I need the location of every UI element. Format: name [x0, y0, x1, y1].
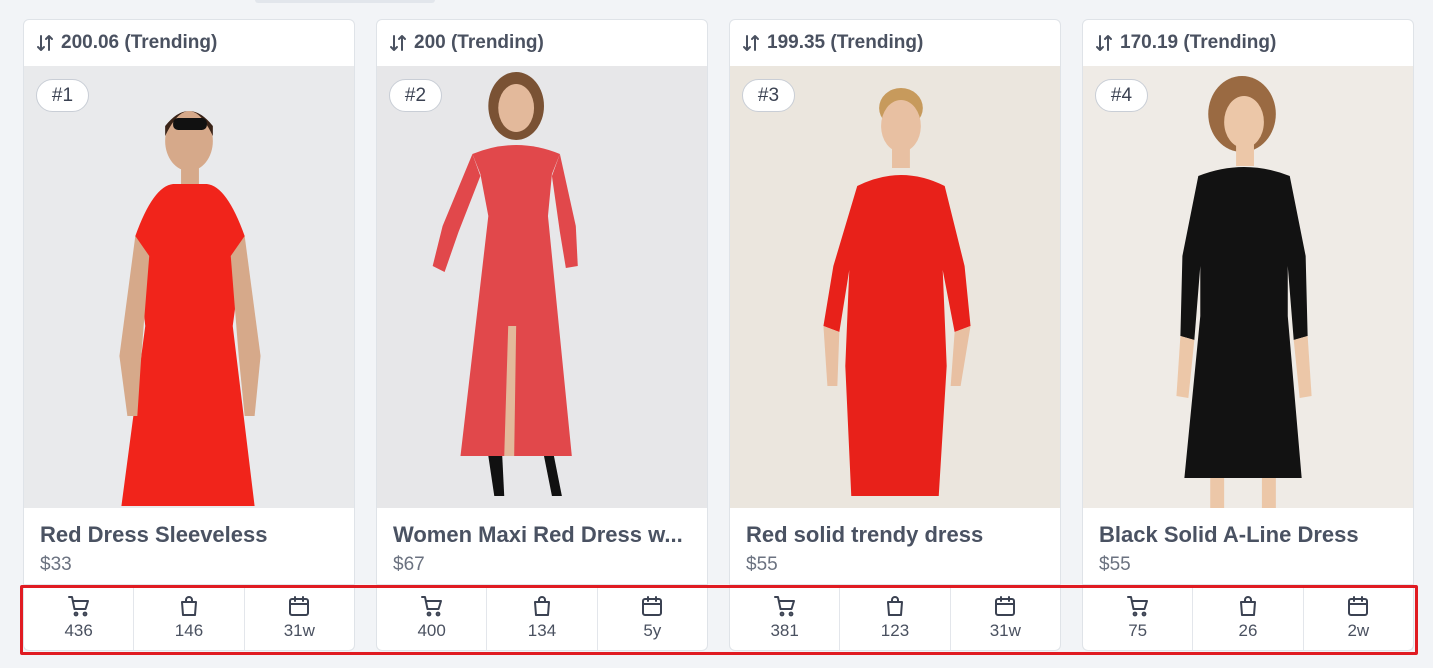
trending-score: 200 (Trending) — [377, 20, 707, 66]
shopping-bag-icon — [1239, 596, 1256, 616]
bag-count: 134 — [527, 621, 557, 640]
bag-count: 26 — [1238, 621, 1258, 640]
rank-badge: #4 — [1095, 79, 1148, 112]
shopping-bag-icon — [180, 596, 197, 616]
product-image[interactable]: #3 — [730, 66, 1060, 508]
bag-stat[interactable]: 123 — [840, 585, 951, 650]
calendar-icon — [1348, 596, 1369, 616]
shopping-cart-icon — [67, 596, 89, 617]
product-info: Women Maxi Red Dress w... $67 — [377, 508, 707, 584]
bag-stat[interactable]: 146 — [134, 585, 245, 650]
cart-count: 75 — [1128, 621, 1148, 640]
shopping-cart-icon — [420, 596, 442, 617]
sort-arrows-icon — [37, 35, 53, 51]
trending-score: 199.35 (Trending) — [730, 20, 1060, 66]
sort-arrows-icon — [743, 35, 759, 51]
cart-count: 381 — [770, 621, 799, 640]
product-title[interactable]: Red Dress Sleeveless — [40, 522, 338, 548]
age-stat[interactable]: 31w — [245, 585, 354, 650]
calendar-icon — [642, 596, 663, 616]
product-stats: 400 134 5y — [377, 584, 707, 650]
age-stat[interactable]: 2w — [1304, 585, 1413, 650]
product-photo — [730, 66, 1060, 508]
product-card[interactable]: 200 (Trending) #2 Women Maxi Red Dress w… — [376, 19, 708, 651]
calendar-icon — [289, 596, 310, 616]
product-card[interactable]: 200.06 (Trending) #1 Red Dress Sleeveles… — [23, 19, 355, 651]
cart-count: 436 — [64, 621, 93, 640]
product-info: Black Solid A-Line Dress $55 — [1083, 508, 1413, 584]
product-image[interactable]: #2 — [377, 66, 707, 508]
cart-stat[interactable]: 75 — [1083, 585, 1194, 650]
cart-stat[interactable]: 381 — [730, 585, 841, 650]
trending-score: 200.06 (Trending) — [24, 20, 354, 66]
bag-count: 123 — [880, 621, 910, 640]
trending-score: 170.19 (Trending) — [1083, 20, 1413, 66]
product-price: $33 — [40, 554, 72, 575]
age-value: 5y — [643, 621, 662, 640]
product-price: $67 — [393, 554, 425, 575]
product-grid: 200.06 (Trending) #1 Red Dress Sleeveles… — [23, 19, 1414, 651]
score-label: 200 (Trending) — [414, 32, 544, 53]
rank-badge: #2 — [389, 79, 442, 112]
product-stats: 436 146 31w — [24, 584, 354, 650]
age-stat[interactable]: 5y — [598, 585, 707, 650]
calendar-icon — [995, 596, 1016, 616]
score-label: 170.19 (Trending) — [1120, 32, 1277, 53]
product-image[interactable]: #4 — [1083, 66, 1413, 508]
cart-count: 400 — [417, 621, 446, 640]
product-title[interactable]: Black Solid A-Line Dress — [1099, 522, 1397, 548]
cart-stat[interactable]: 436 — [24, 585, 135, 650]
bag-stat[interactable]: 134 — [487, 585, 598, 650]
product-info: Red solid trendy dress $55 — [730, 508, 1060, 584]
age-value: 31w — [283, 621, 315, 640]
product-photo — [24, 66, 354, 508]
shopping-bag-icon — [533, 596, 550, 616]
bag-count: 146 — [174, 621, 204, 640]
product-info: Red Dress Sleeveless $33 — [24, 508, 354, 584]
product-image[interactable]: #1 — [24, 66, 354, 508]
product-price: $55 — [746, 554, 778, 575]
product-photo — [1083, 66, 1413, 508]
rank-badge: #3 — [742, 79, 795, 112]
sort-arrows-icon — [390, 35, 406, 51]
shopping-cart-icon — [773, 596, 795, 617]
top-strip — [255, 0, 435, 3]
product-card[interactable]: 199.35 (Trending) #3 Red solid trendy dr… — [729, 19, 1061, 651]
age-stat[interactable]: 31w — [951, 585, 1060, 650]
bag-stat[interactable]: 26 — [1193, 585, 1304, 650]
shopping-bag-icon — [886, 596, 903, 616]
rank-badge: #1 — [36, 79, 89, 112]
product-stats: 381 123 31w — [730, 584, 1060, 650]
score-label: 200.06 (Trending) — [61, 32, 218, 53]
score-label: 199.35 (Trending) — [767, 32, 924, 53]
product-title[interactable]: Red solid trendy dress — [746, 522, 1044, 548]
cart-stat[interactable]: 400 — [377, 585, 488, 650]
sort-arrows-icon — [1096, 35, 1112, 51]
product-price: $55 — [1099, 554, 1131, 575]
age-value: 31w — [989, 621, 1021, 640]
shopping-cart-icon — [1126, 596, 1148, 617]
product-title[interactable]: Women Maxi Red Dress w... — [393, 522, 691, 548]
product-card[interactable]: 170.19 (Trending) #4 Black Solid A-Line … — [1082, 19, 1414, 651]
product-photo — [377, 66, 707, 508]
age-value: 2w — [1347, 621, 1370, 640]
product-stats: 75 26 2w — [1083, 584, 1413, 650]
